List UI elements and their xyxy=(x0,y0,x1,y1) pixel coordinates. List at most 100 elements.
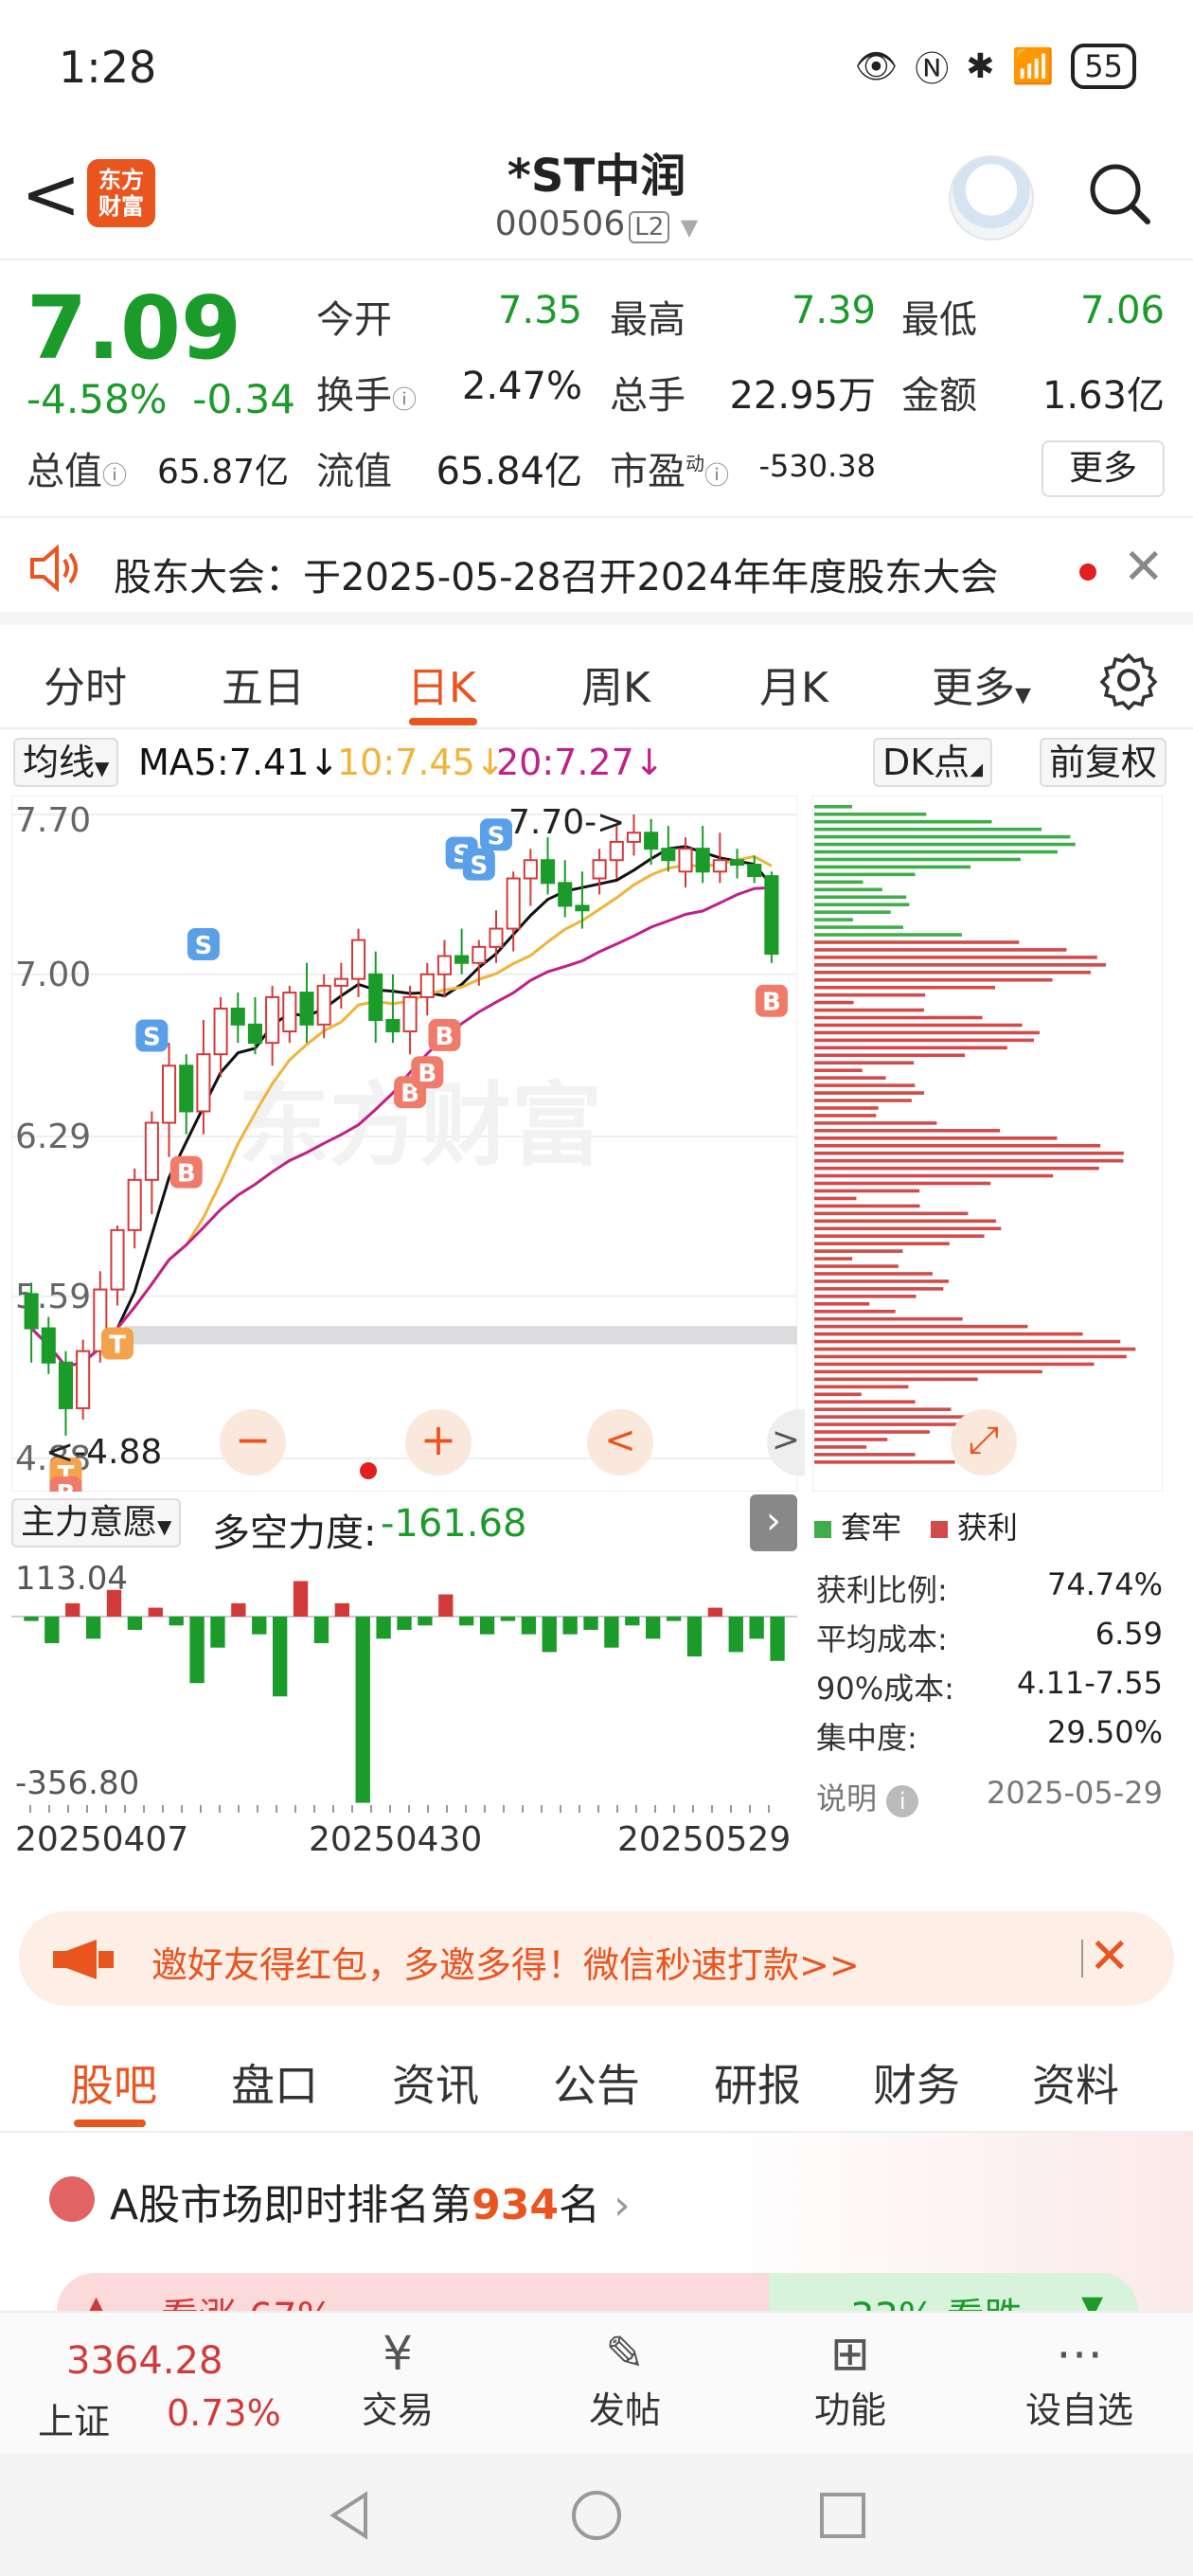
function-button[interactable]: ⊞ 功能 xyxy=(793,2326,907,2433)
candle-body xyxy=(712,859,727,873)
candle-body xyxy=(454,955,470,964)
zoom-out-button[interactable]: − xyxy=(220,1409,286,1476)
candle-body xyxy=(523,859,538,880)
profile-bar-red xyxy=(814,1302,870,1306)
tab-five-day[interactable]: 五日 xyxy=(222,653,305,714)
tab-research[interactable]: 研报 xyxy=(714,2051,801,2114)
candle-body xyxy=(213,1007,228,1056)
profile-bar-red xyxy=(814,1377,978,1382)
nav-home-icon[interactable] xyxy=(568,2487,625,2544)
candle-body xyxy=(368,973,383,1022)
assistant-robot-icon[interactable] xyxy=(949,155,1034,241)
chip-legend: 套牢 获利 xyxy=(814,1504,1018,1547)
high-annotation: 7.70-> xyxy=(508,803,625,842)
indicator-selector[interactable]: 主力意愿▼ xyxy=(11,1498,182,1547)
stat-label: 90%成本: xyxy=(816,1671,954,1707)
tab-forum[interactable]: 股吧 xyxy=(70,2051,157,2114)
invite-banner[interactable]: 邀好友得红包，多邀多得！微信秒速打款>> ✕ xyxy=(19,1911,1174,2006)
force-bar xyxy=(252,1616,267,1635)
close-icon[interactable]: ✕ xyxy=(1089,1928,1131,1985)
candle-body xyxy=(127,1178,142,1231)
open-label: 今开 xyxy=(316,298,392,342)
market-rank-card[interactable]: A股市场即时排名第934名 › 看涨 67%▲ 33% 看跌▼ xyxy=(0,2133,1193,2349)
unread-dot xyxy=(1079,564,1096,581)
ma20-value: 20:7.27↓ xyxy=(496,742,665,783)
grid-icon: ⊞ xyxy=(830,2326,870,2381)
announcement-bar[interactable]: 股东大会：于2025-05-28召开2024年年度股东大会 ✕ xyxy=(0,516,1193,625)
adjust-selector[interactable]: 前复权 xyxy=(1040,738,1167,787)
sub-ymax-label: 113.04 xyxy=(15,1560,128,1598)
indicator-value: -161.68 xyxy=(381,1502,527,1546)
force-bar xyxy=(604,1616,619,1648)
low-label: 最低 xyxy=(901,298,977,342)
profile-bar-green xyxy=(814,895,907,900)
profile-bar-green xyxy=(814,910,891,914)
expand-icon[interactable]: ⤢ xyxy=(951,1409,1017,1476)
search-icon[interactable] xyxy=(1085,159,1153,227)
index-value[interactable]: 3364.28 xyxy=(66,2339,223,2383)
tab-profile[interactable]: 资料 xyxy=(1032,2051,1119,2114)
trade-button[interactable]: ¥ 交易 xyxy=(341,2326,454,2433)
more-button[interactable]: 更多 xyxy=(1042,440,1165,497)
tab-news[interactable]: 资讯 xyxy=(392,2051,479,2114)
stat-value: 74.74% xyxy=(1046,1566,1163,1602)
nav-back-icon[interactable] xyxy=(322,2487,379,2544)
nav-recents-icon[interactable] xyxy=(814,2487,871,2544)
dk-point-selector[interactable]: DK点◢ xyxy=(873,738,993,787)
signal-letter: S xyxy=(470,852,488,881)
profile-bar-red xyxy=(814,1385,909,1389)
close-icon[interactable]: ✕ xyxy=(1123,539,1165,596)
force-bar xyxy=(24,1616,39,1621)
rank-suffix: 名 xyxy=(558,2181,600,2229)
ma5-text: MA5:7.41 xyxy=(138,742,310,783)
y-tick-label: 7.00 xyxy=(15,956,91,994)
index-change[interactable]: 0.73% xyxy=(167,2392,281,2434)
expand-right-button[interactable]: › xyxy=(750,1494,797,1551)
tab-finance[interactable]: 财务 xyxy=(873,2051,960,2114)
nfc-icon: Ⓝ xyxy=(915,50,950,89)
candle-body xyxy=(541,859,556,885)
content-tabs: 股吧 盘口 资讯 公告 研报 财务 资料 xyxy=(0,2027,1193,2133)
profile-bar-green xyxy=(814,842,1076,847)
signal-letter: S xyxy=(195,932,213,960)
force-bar xyxy=(272,1616,288,1697)
megaphone-icon xyxy=(53,1940,114,1979)
profile-bar-red xyxy=(814,1053,966,1058)
tab-order-book[interactable]: 盘口 xyxy=(231,2051,318,2114)
profile-bar-red xyxy=(814,1038,1034,1043)
tab-more-label: 更多 xyxy=(932,664,1015,712)
profile-bar-red xyxy=(814,993,926,997)
tab-daily-k[interactable]: 日K xyxy=(407,653,476,714)
turnover-label[interactable]: 换手ⓘ xyxy=(316,365,417,420)
market-cap-label[interactable]: 总值ⓘ xyxy=(27,440,127,495)
force-bar xyxy=(583,1616,598,1630)
tab-more[interactable]: 更多▼ xyxy=(932,653,1031,714)
gear-icon[interactable] xyxy=(1098,650,1159,710)
profile-bar-red xyxy=(814,1030,1040,1035)
tab-announcements[interactable]: 公告 xyxy=(553,2051,640,2114)
candle-body xyxy=(506,877,521,930)
index-name[interactable]: 上证 xyxy=(38,2392,110,2444)
candle-body xyxy=(764,875,779,956)
force-bar xyxy=(397,1616,412,1630)
force-bar xyxy=(231,1602,246,1617)
stat-value: 4.11-7.55 xyxy=(1016,1665,1163,1701)
rank-prefix: A股市场即时排名第 xyxy=(110,2181,472,2229)
post-button[interactable]: ✎ 发帖 xyxy=(568,2326,682,2433)
tab-monthly-k[interactable]: 月K xyxy=(759,653,828,714)
zoom-in-button[interactable]: + xyxy=(405,1409,472,1476)
tab-weekly-k[interactable]: 周K xyxy=(581,653,650,714)
force-bar xyxy=(521,1616,537,1635)
candle-body xyxy=(436,955,452,975)
note-link[interactable]: 说明 i xyxy=(816,1775,919,1818)
pe-label[interactable]: 市盈动ⓘ xyxy=(610,440,729,495)
ma-selector[interactable]: 均线▼ xyxy=(13,738,119,787)
tab-intraday[interactable]: 分时 xyxy=(44,653,127,714)
force-bar xyxy=(749,1616,764,1639)
add-watchlist-button[interactable]: ⋯ 设自选 xyxy=(1013,2326,1146,2433)
float-cap-label: 流值 xyxy=(316,450,392,493)
kline-chart[interactable]: 7.707.006.295.594.88东方财富TBTSBSBBBSSSB7.7… xyxy=(11,796,797,1492)
profile-bar-red xyxy=(814,1257,853,1261)
scroll-left-button[interactable]: < xyxy=(587,1409,653,1476)
candle-body xyxy=(592,859,607,880)
